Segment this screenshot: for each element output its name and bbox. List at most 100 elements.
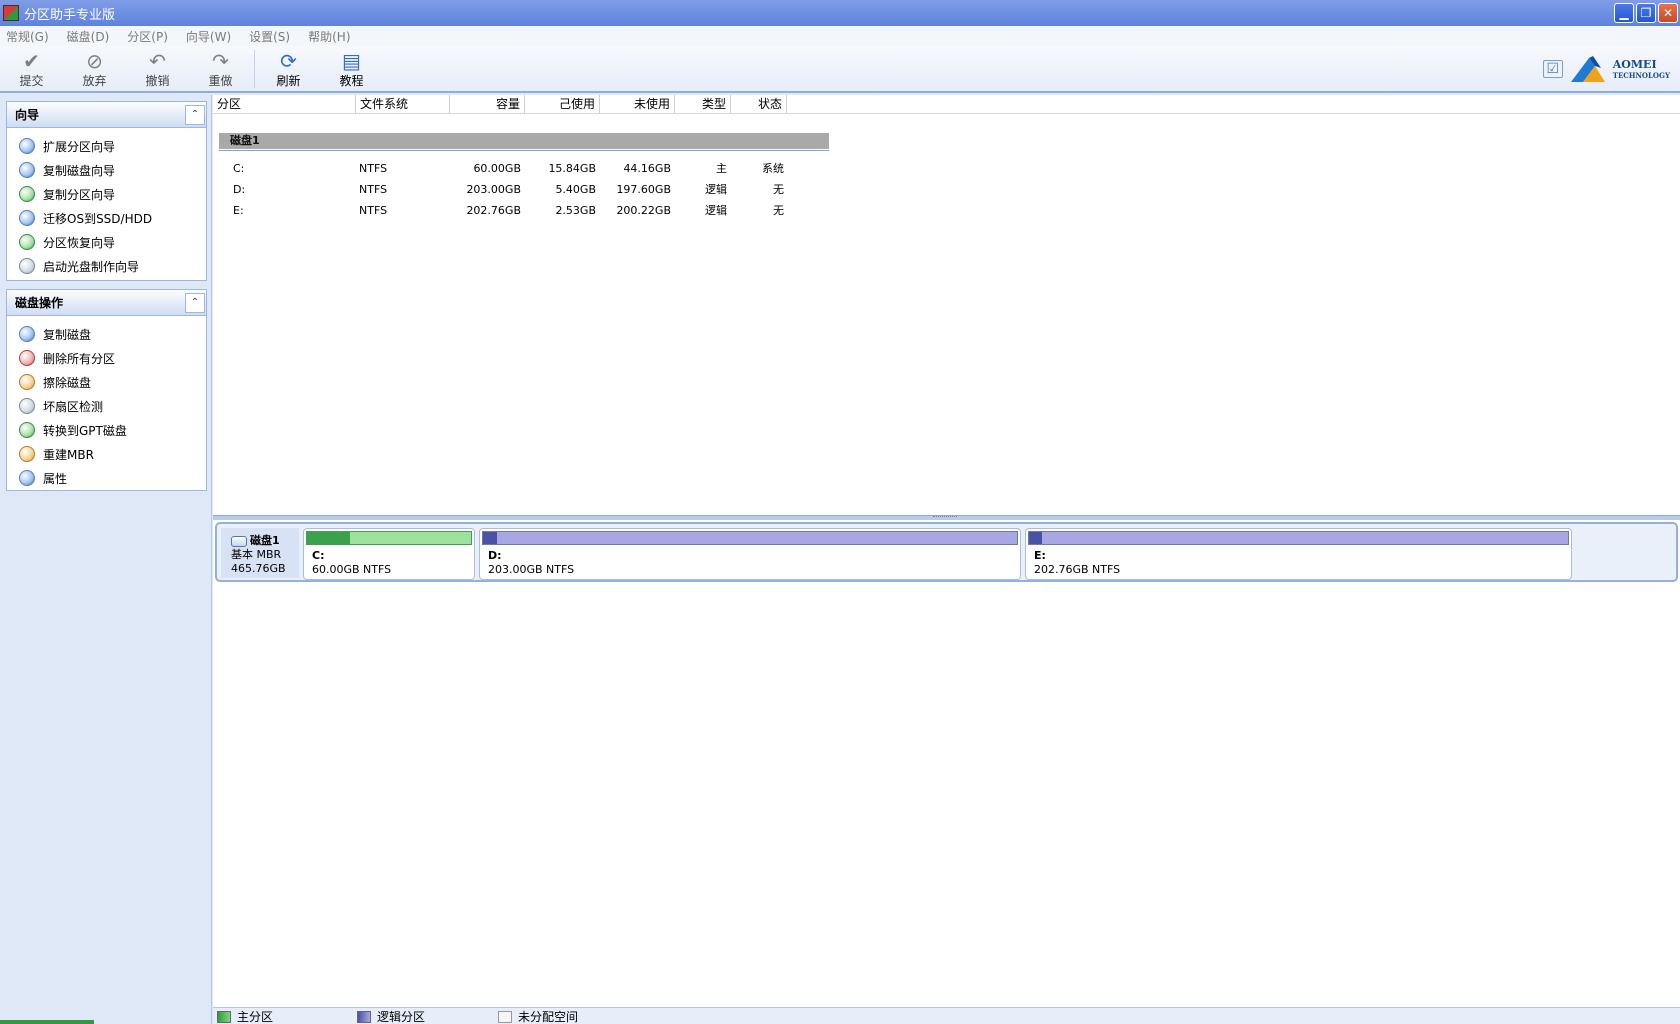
legend-logical: 逻辑分区: [357, 1008, 425, 1024]
refresh-icon: ⟳: [280, 49, 297, 73]
legend-primary: 主分区: [217, 1008, 273, 1024]
restore-button[interactable]: ❐: [1636, 3, 1656, 23]
cell-filesystem: NTFS: [359, 183, 388, 196]
logical-swatch: [357, 1010, 371, 1023]
column-partition[interactable]: 分区: [213, 95, 356, 114]
refresh-button[interactable]: ⟳ 刷新: [257, 46, 320, 90]
tutorial-label: 教程: [339, 74, 364, 88]
disk-op-label: 复制磁盘: [43, 327, 92, 342]
wizard-item-label: 迁移OS到SSD/HDD: [43, 211, 153, 226]
redo-button[interactable]: ↷ 重做: [189, 46, 252, 90]
window-controls: ▁ ❐ ✕: [1614, 3, 1678, 23]
legend-bar: 主分区 逻辑分区 未分配空间: [213, 1007, 1680, 1024]
disk-op-label: 坏扇区检测: [43, 399, 104, 414]
wizard-panel: 向导 ⌃ 扩展分区向导 复制磁盘向导 复制分区向导 迁移OS到SSD/HDD 分…: [6, 101, 207, 281]
toolbar: ✔ 提交 ⊘ 放弃 ↶ 撤销 ↷ 重做 ⟳ 刷新 ▤ 教程 ☑ AOMEI TE…: [0, 46, 1680, 93]
taskbar-edge: [0, 1020, 94, 1024]
wizard-item-label: 扩展分区向导: [43, 139, 116, 154]
disk-group-header[interactable]: 磁盘1: [219, 133, 829, 149]
column-filesystem[interactable]: 文件系统: [356, 95, 450, 114]
partition-block-d[interactable]: D: 203.00GB NTFS: [479, 528, 1021, 580]
column-capacity[interactable]: 容量: [450, 95, 525, 114]
legend-label: 主分区: [237, 1010, 274, 1024]
cell-partition: E:: [233, 204, 244, 217]
disk-group-divider: [219, 150, 829, 151]
menu-bar: 常规(G) 磁盘(D) 分区(P) 向导(W) 设置(S) 帮助(H): [0, 26, 1680, 46]
wizard-item-copy-partition[interactable]: 复制分区向导: [7, 182, 206, 206]
tutorial-button[interactable]: ▤ 教程: [320, 46, 383, 90]
partition-usage-bar: [482, 531, 1018, 545]
disk-map-area: 磁盘1 基本 MBR 465.76GB C: 60.00GB NTFS D: 203…: [213, 520, 1680, 1004]
disk-op-convert-gpt[interactable]: 转换到GPT磁盘: [7, 418, 206, 442]
menu-disk[interactable]: 磁盘(D): [65, 28, 112, 45]
menu-general[interactable]: 常规(G): [4, 28, 51, 45]
disk-op-copy-disk[interactable]: 复制磁盘: [7, 322, 206, 346]
column-unused[interactable]: 未使用: [600, 95, 675, 114]
partition-used-fill: [483, 532, 498, 544]
column-type[interactable]: 类型: [675, 95, 731, 114]
cell-used: 5.40GB: [555, 183, 596, 196]
wizard-panel-header[interactable]: 向导 ⌃: [7, 102, 206, 128]
disk-op-wipe-disk[interactable]: 擦除磁盘: [7, 370, 206, 394]
menu-wizard[interactable]: 向导(W): [184, 28, 233, 45]
menu-help[interactable]: 帮助(H): [306, 28, 352, 45]
cell-unused: 197.60GB: [616, 183, 671, 196]
disk-op-rebuild-mbr[interactable]: 重建MBR: [7, 442, 206, 466]
window-title: 分区助手专业版: [24, 7, 116, 23]
redo-label: 重做: [208, 74, 233, 88]
minimize-button[interactable]: ▁: [1614, 3, 1634, 23]
undo-icon: ↶: [149, 49, 166, 73]
partition-info: E: 202.76GB NTFS: [1034, 549, 1120, 577]
commit-button[interactable]: ✔ 提交: [0, 46, 63, 90]
column-used[interactable]: 己使用: [525, 95, 600, 114]
cell-type: 逻辑: [705, 183, 727, 196]
disk-info[interactable]: 磁盘1 基本 MBR 465.76GB: [221, 528, 299, 578]
partition-usage-bar: [1028, 531, 1569, 545]
unallocated-swatch: [498, 1010, 512, 1023]
disk-map: 磁盘1 基本 MBR 465.76GB C: 60.00GB NTFS D: 203…: [215, 522, 1678, 582]
table-row[interactable]: C: NTFS 60.00GB 15.84GB 44.16GB 主 系统: [213, 158, 829, 180]
cell-capacity: 203.00GB: [466, 183, 521, 196]
collapse-icon[interactable]: ⌃: [185, 104, 205, 125]
title-bar[interactable]: 分区助手专业版 ▁ ❐ ✕: [0, 0, 1680, 26]
close-button[interactable]: ✕: [1658, 3, 1678, 23]
wizard-item-partition-recovery[interactable]: 分区恢复向导: [7, 230, 206, 254]
cell-unused: 200.22GB: [616, 204, 671, 217]
disk-op-properties[interactable]: 属性: [7, 466, 206, 490]
menu-settings[interactable]: 设置(S): [247, 28, 292, 45]
collapse-icon[interactable]: ⌃: [185, 292, 205, 313]
properties-icon: [19, 470, 35, 486]
partition-recovery-icon: [19, 234, 35, 250]
cell-unused: 44.16GB: [623, 162, 671, 175]
disk-op-label: 擦除磁盘: [43, 375, 92, 390]
partition-block-e[interactable]: E: 202.76GB NTFS: [1025, 528, 1572, 580]
undo-button[interactable]: ↶ 撤销: [126, 46, 189, 90]
aomei-logo: AOMEI TECHNOLOGY: [1613, 59, 1670, 79]
migrate-os-icon: [19, 210, 35, 226]
logo-name: AOMEI: [1612, 58, 1657, 71]
disk-op-bad-sector[interactable]: 坏扇区检测: [7, 394, 206, 418]
menu-partition[interactable]: 分区(P): [125, 28, 170, 45]
extend-partition-icon: [19, 138, 35, 154]
table-row[interactable]: E: NTFS 202.76GB 2.53GB 200.22GB 逻辑 无: [213, 200, 829, 222]
wizard-item-extend-partition[interactable]: 扩展分区向导: [7, 134, 206, 158]
disk-operations-header[interactable]: 磁盘操作 ⌃: [7, 290, 206, 316]
toolbar-separator: [254, 50, 255, 88]
refresh-label: 刷新: [276, 74, 301, 88]
disk-op-delete-partitions[interactable]: 删除所有分区: [7, 346, 206, 370]
wizard-item-migrate-os[interactable]: 迁移OS到SSD/HDD: [7, 206, 206, 230]
wizard-item-bootable-cd[interactable]: 启动光盘制作向导: [7, 254, 206, 278]
discard-button[interactable]: ⊘ 放弃: [63, 46, 126, 90]
bootable-cd-icon: [19, 258, 35, 274]
legend-label: 未分配空间: [518, 1010, 579, 1024]
redo-icon: ↷: [212, 49, 229, 73]
check-icon[interactable]: ☑: [1542, 60, 1563, 78]
partition-block-c[interactable]: C: 60.00GB NTFS: [303, 528, 475, 580]
table-row[interactable]: D: NTFS 203.00GB 5.40GB 197.60GB 逻辑 无: [213, 179, 829, 201]
commit-label: 提交: [19, 74, 44, 88]
disk-op-label: 删除所有分区: [43, 351, 116, 366]
brand-area: ☑ AOMEI TECHNOLOGY: [1542, 54, 1670, 84]
wizard-item-copy-disk[interactable]: 复制磁盘向导: [7, 158, 206, 182]
wizard-panel-title: 向导: [15, 108, 40, 122]
column-status[interactable]: 状态: [731, 95, 787, 114]
